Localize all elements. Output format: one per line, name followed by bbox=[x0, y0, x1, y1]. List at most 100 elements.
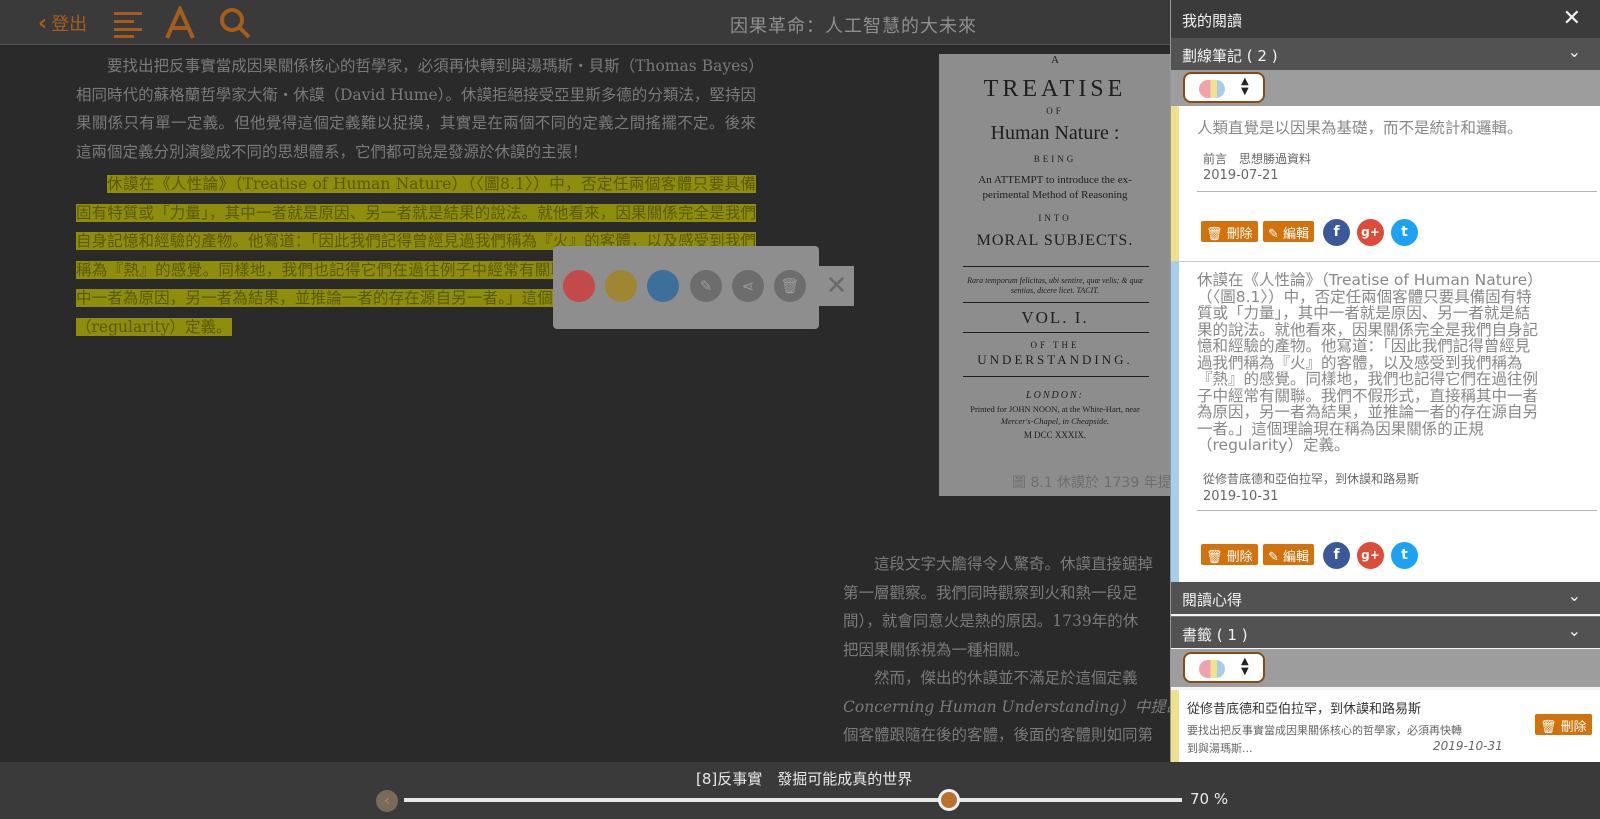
figure-text: Mercer's-Chapel, in Cheapside. bbox=[1000, 416, 1110, 426]
book-title: 因果革命：人工智慧的大未來 bbox=[730, 16, 977, 37]
note-text-line: （regularity）定義。 bbox=[1197, 436, 1350, 454]
note-color-bar bbox=[1171, 262, 1179, 582]
section-highlight-notes[interactable]: 劃線筆記 ( 2 ) ⌄ bbox=[1171, 38, 1600, 70]
figure-text: Rara temporum felicitas, ubi sentire, qu… bbox=[967, 276, 1143, 285]
section-label: 書籤 ( 1 ) bbox=[1182, 626, 1248, 644]
note-text-line: 質或「力量」，其中一者就是原因、另一者就是結 bbox=[1197, 304, 1531, 322]
figure-text: M DCC XXXIX. bbox=[1023, 430, 1087, 440]
trash-icon[interactable]: 🗑 bbox=[774, 270, 806, 302]
note-date: 2019-07-21 bbox=[1203, 168, 1279, 183]
figure-text: BEING bbox=[1033, 154, 1077, 164]
progress-percent: 70 % bbox=[1190, 790, 1229, 808]
panel-close-icon[interactable]: ✕ bbox=[1563, 6, 1581, 31]
logout-label: 登出 bbox=[51, 14, 88, 35]
delete-note-button[interactable]: 🗑 刪除 bbox=[1201, 544, 1258, 565]
color-filter-select[interactable]: ▲ ▼ bbox=[1183, 652, 1265, 683]
figure-text: LONDON: bbox=[1026, 390, 1084, 401]
search-icon[interactable] bbox=[218, 6, 252, 40]
figure-text: Printed for JOHN NOON, at the White-Hart… bbox=[970, 404, 1140, 414]
twitter-share-icon[interactable]: t bbox=[1391, 219, 1418, 246]
panel-header: 我的閱讀 ✕ bbox=[1171, 0, 1600, 38]
facebook-share-icon[interactable]: f bbox=[1323, 542, 1350, 569]
google-plus-share-icon[interactable]: g+ bbox=[1357, 542, 1384, 569]
edit-label: 編輯 bbox=[1283, 550, 1310, 565]
figure-text: TREATISE bbox=[983, 76, 1127, 102]
reading-page-right: 這段文字大膽得令人驚奇。休謨直接鋸掉 第一層觀察。我們同時觀察到火和熱一段足 間… bbox=[843, 550, 1173, 760]
section-label: 閱讀心得 bbox=[1182, 591, 1243, 609]
section-label: 劃線筆記 ( 2 ) bbox=[1182, 47, 1278, 65]
text-line: 第一層觀察。我們同時觀察到火和熱一段足 bbox=[843, 583, 1138, 602]
logout-button[interactable]: ‹ 登出 bbox=[38, 10, 87, 36]
delete-label: 刪除 bbox=[1226, 227, 1253, 242]
twitter-share-icon[interactable]: t bbox=[1391, 542, 1418, 569]
highlight-color-blue[interactable] bbox=[647, 270, 679, 302]
google-plus-share-icon[interactable]: g+ bbox=[1357, 219, 1384, 246]
facebook-share-icon[interactable]: f bbox=[1323, 219, 1350, 246]
note-date: 2019-10-31 bbox=[1203, 489, 1279, 504]
note-color-bar bbox=[1171, 106, 1179, 261]
figure-caption: 圖 8.1 休謨於 1739 年提 bbox=[1012, 475, 1172, 491]
delete-bookmark-button[interactable]: 🗑 刪除 bbox=[1535, 714, 1592, 735]
color-swatch-icon bbox=[1199, 660, 1225, 678]
edit-note-button[interactable]: ✎ 編輯 bbox=[1263, 221, 1315, 242]
note-text-line: 子中經常有關聯。我們不假形式，直接稱其中一者 bbox=[1197, 386, 1539, 405]
chevron-down-icon: ⌄ bbox=[1567, 621, 1581, 640]
previous-page-button[interactable]: ‹ bbox=[376, 790, 398, 812]
figure-text: perimental Method of Reasoning bbox=[982, 189, 1128, 201]
color-swatch-icon bbox=[1199, 80, 1225, 98]
bookmark-excerpt: 到與湯瑪斯... bbox=[1187, 742, 1253, 755]
table-of-contents-icon[interactable] bbox=[112, 6, 146, 40]
share-icon[interactable]: ⋖ bbox=[732, 270, 764, 302]
highlight-color-yellow[interactable] bbox=[605, 270, 637, 302]
note-card: 休謨在《人性論》（Treatise of Human Nature） （〈圖8.… bbox=[1171, 262, 1600, 582]
bookmark-title: 從修昔底德和亞伯拉罕，到休謨和路易斯 bbox=[1187, 702, 1422, 717]
text-line: Concerning Human Understanding）中提出完全 bbox=[843, 697, 1173, 716]
bookmark-excerpt: 要找出把反事實當成因果關係核心的哲學家，必須再快轉 bbox=[1187, 724, 1462, 737]
delete-note-button[interactable]: 🗑 刪除 bbox=[1201, 221, 1258, 242]
highlight-color-red[interactable] bbox=[563, 270, 595, 302]
font-size-icon[interactable] bbox=[163, 6, 197, 40]
figure-text: MORAL SUBJECTS. bbox=[976, 232, 1134, 249]
figure-text: OF THE bbox=[1030, 340, 1080, 350]
figure-text: An ATTEMPT to introduce the ex- bbox=[978, 174, 1132, 186]
bookmarks-filter-row: ▲ ▼ bbox=[1171, 649, 1600, 687]
figure-text: INTO bbox=[1038, 213, 1072, 223]
text-line: 間），就會同意火是熱的原因。1739年的休 bbox=[843, 612, 1139, 630]
note-text-line: 休謨在《人性論》（Treatise of Human Nature） bbox=[1197, 271, 1543, 289]
figure-text: OF bbox=[1046, 106, 1064, 116]
section-reading-reflections[interactable]: 閱讀心得 ⌄ bbox=[1171, 582, 1600, 614]
note-text: 休謨在《人性論》（Treatise of Human Nature） （〈圖8.… bbox=[1197, 272, 1577, 454]
bookmark-color-bar bbox=[1171, 690, 1179, 762]
figure-text: UNDERSTANDING. bbox=[977, 352, 1133, 367]
note-text-line: （〈圖8.1〉）中，否定任兩個客體只要具備固有特 bbox=[1197, 287, 1532, 306]
my-reading-panel: 我的閱讀 ✕ 劃線筆記 ( 2 ) ⌄ ▲ ▼ 人類直覺是以因果為基礎，而不是統計… bbox=[1170, 0, 1600, 762]
figure-text: VOL. I. bbox=[1021, 308, 1089, 327]
panel-title: 我的閱讀 bbox=[1182, 12, 1243, 30]
divider bbox=[1197, 191, 1597, 192]
progress-slider-handle[interactable] bbox=[937, 789, 960, 811]
figure-text: sentias, dicere licet. TACIT. bbox=[1010, 286, 1100, 295]
note-chapter: 從修昔底德和亞伯拉罕，到休謨和路易斯 bbox=[1203, 472, 1420, 486]
highlight-toolbar-close-icon[interactable]: ✕ bbox=[819, 266, 854, 306]
bookmark-card[interactable]: 從修昔底德和亞伯拉罕，到休謨和路易斯 要找出把反事實當成因果關係核心的哲學家，必… bbox=[1171, 690, 1600, 762]
note-text-line: 一者。」這個理論現在稱為因果關係的正規 bbox=[1197, 419, 1484, 438]
sort-arrows-icon: ▲ ▼ bbox=[1241, 656, 1249, 677]
paragraph: 要找出把反事實當成因果關係核心的哲學家，必須再快轉到與湯瑪斯・貝斯（Thomas… bbox=[76, 57, 756, 161]
progress-slider[interactable] bbox=[404, 798, 1182, 802]
text-line: 這段文字大膽得令人驚奇。休謨直接鋸掉 bbox=[874, 555, 1154, 573]
chevron-left-icon: ‹ bbox=[38, 10, 48, 36]
delete-label: 刪除 bbox=[1560, 720, 1587, 735]
figure-text: A bbox=[1051, 54, 1059, 66]
note-text-line: 為原因，另一者為結果，並推論一者的存在源自另 bbox=[1197, 403, 1539, 421]
section-bookmarks[interactable]: 書籤 ( 1 ) ⌄ bbox=[1171, 616, 1600, 648]
sort-arrows-icon: ▲ ▼ bbox=[1241, 76, 1249, 97]
chapter-title: [8]反事實 發掘可能成真的世界 bbox=[696, 770, 913, 788]
edit-note-icon[interactable]: ✎ bbox=[690, 270, 722, 302]
text-line: 然而，傑出的休謨並不滿足於這個定義 bbox=[874, 669, 1138, 687]
edit-note-button[interactable]: ✎ 編輯 bbox=[1263, 544, 1315, 565]
chevron-down-icon: ⌄ bbox=[1567, 42, 1581, 61]
notes-filter-row: ▲ ▼ bbox=[1171, 70, 1600, 106]
color-filter-select[interactable]: ▲ ▼ bbox=[1183, 72, 1265, 103]
figure-text: Human Nature : bbox=[990, 122, 1120, 144]
edit-label: 編輯 bbox=[1283, 227, 1310, 242]
